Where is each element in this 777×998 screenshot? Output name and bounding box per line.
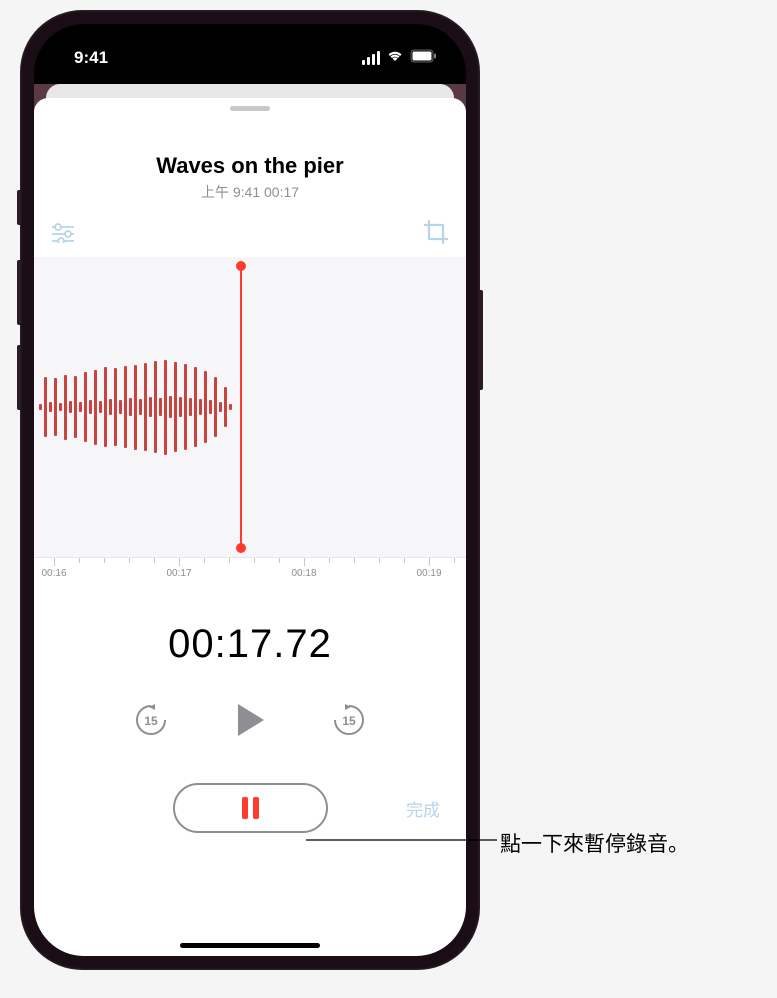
dynamic-island [185,39,315,77]
status-time: 9:41 [74,48,108,68]
ruler-label-3: 00:19 [416,568,441,579]
timeline-ruler[interactable]: 00:16 00:17 00:18 [34,557,466,587]
cellular-signal-icon [362,51,380,65]
screen: 9:41 Waves on the p [34,24,466,956]
skip-forward-button[interactable]: 15 [331,702,367,743]
side-button [480,290,483,390]
recording-sheet: Waves on the pier 上午 9:41 00:17 [34,98,466,956]
waveform-bars [34,352,234,462]
skip-back-button[interactable]: 15 [133,702,169,743]
home-indicator[interactable] [180,943,320,948]
volume-down-button [17,345,20,410]
pause-icon [242,797,259,819]
ruler-label-1: 00:17 [166,568,191,579]
header: Waves on the pier 上午 9:41 00:17 [34,98,466,202]
play-button[interactable] [234,702,266,743]
done-button[interactable]: 完成 [406,796,440,821]
trim-button[interactable] [422,218,450,251]
ruler-label-0: 00:16 [41,568,66,579]
screen-content: Waves on the pier 上午 9:41 00:17 [34,84,466,956]
wifi-icon [386,49,404,68]
volume-up-button [17,260,20,325]
svg-text:15: 15 [144,714,158,728]
playhead-line [240,265,242,549]
pause-record-button[interactable] [173,783,328,833]
settings-button[interactable] [50,223,76,248]
phone-frame: 9:41 Waves on the p [20,10,480,970]
callout-pause-text: 點一下來暫停錄音。 [500,828,689,858]
status-icons [362,49,438,68]
timer-display: 00:17.72 [34,622,466,667]
svg-text:15: 15 [342,714,356,728]
silent-switch [17,190,20,225]
waveform-display[interactable] [34,257,466,557]
battery-icon [410,49,438,68]
bottom-controls: 完成 [34,783,466,833]
ruler-label-2: 00:18 [291,568,316,579]
playhead-bottom-dot [236,543,246,553]
playback-controls: 15 15 [34,702,466,743]
recording-subtitle: 上午 9:41 00:17 [34,182,466,202]
recording-title[interactable]: Waves on the pier [34,153,466,179]
